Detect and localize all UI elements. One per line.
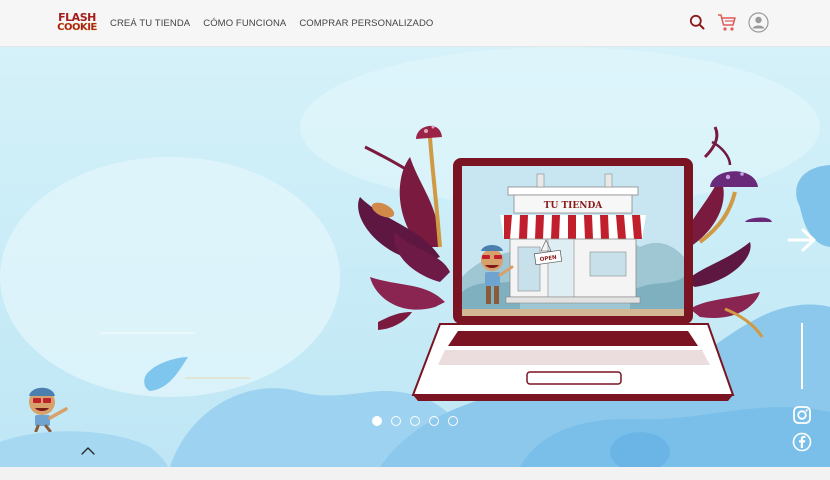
hero-illustration: TU TIENDA OPEN [0,47,830,467]
carousel-dot-1[interactable] [372,416,382,426]
store-sign: TU TIENDA [544,201,603,211]
facebook-icon[interactable] [792,432,812,452]
next-slide-arrow-icon[interactable] [787,227,817,253]
nav-link-comprar-personalizado[interactable]: COMPRAR PERSONALIZADO [299,18,433,29]
main-nav: CREÁ TU TIENDA CÓMO FUNCIONA COMPRAR PER… [110,18,433,29]
brand-logo[interactable]: FLASH COOKIE [56,12,98,35]
brand-logo-line2: COOKIE [57,22,97,33]
scroll-to-top-chevron-icon[interactable] [80,446,96,456]
instagram-icon[interactable] [792,405,812,425]
footer-strip [0,467,830,480]
mascot-cookie-icon[interactable] [24,382,72,432]
site-header: FLASH COOKIE CREÁ TU TIENDA CÓMO FUNCION… [0,0,830,47]
user-icon[interactable] [748,12,769,33]
carousel-dot-2[interactable] [391,416,401,426]
social-divider [801,323,803,389]
nav-link-como-funciona[interactable]: CÓMO FUNCIONA [203,18,286,29]
carousel-dot-4[interactable] [429,416,439,426]
nav-link-crea-tu-tienda[interactable]: CREÁ TU TIENDA [110,18,190,29]
carousel-dot-5[interactable] [448,416,458,426]
carousel-dot-3[interactable] [410,416,420,426]
search-icon[interactable] [689,14,705,30]
hero-carousel: TU TIENDA OPEN [0,47,830,467]
carousel-indicators [372,416,458,426]
cart-icon[interactable] [717,13,737,32]
